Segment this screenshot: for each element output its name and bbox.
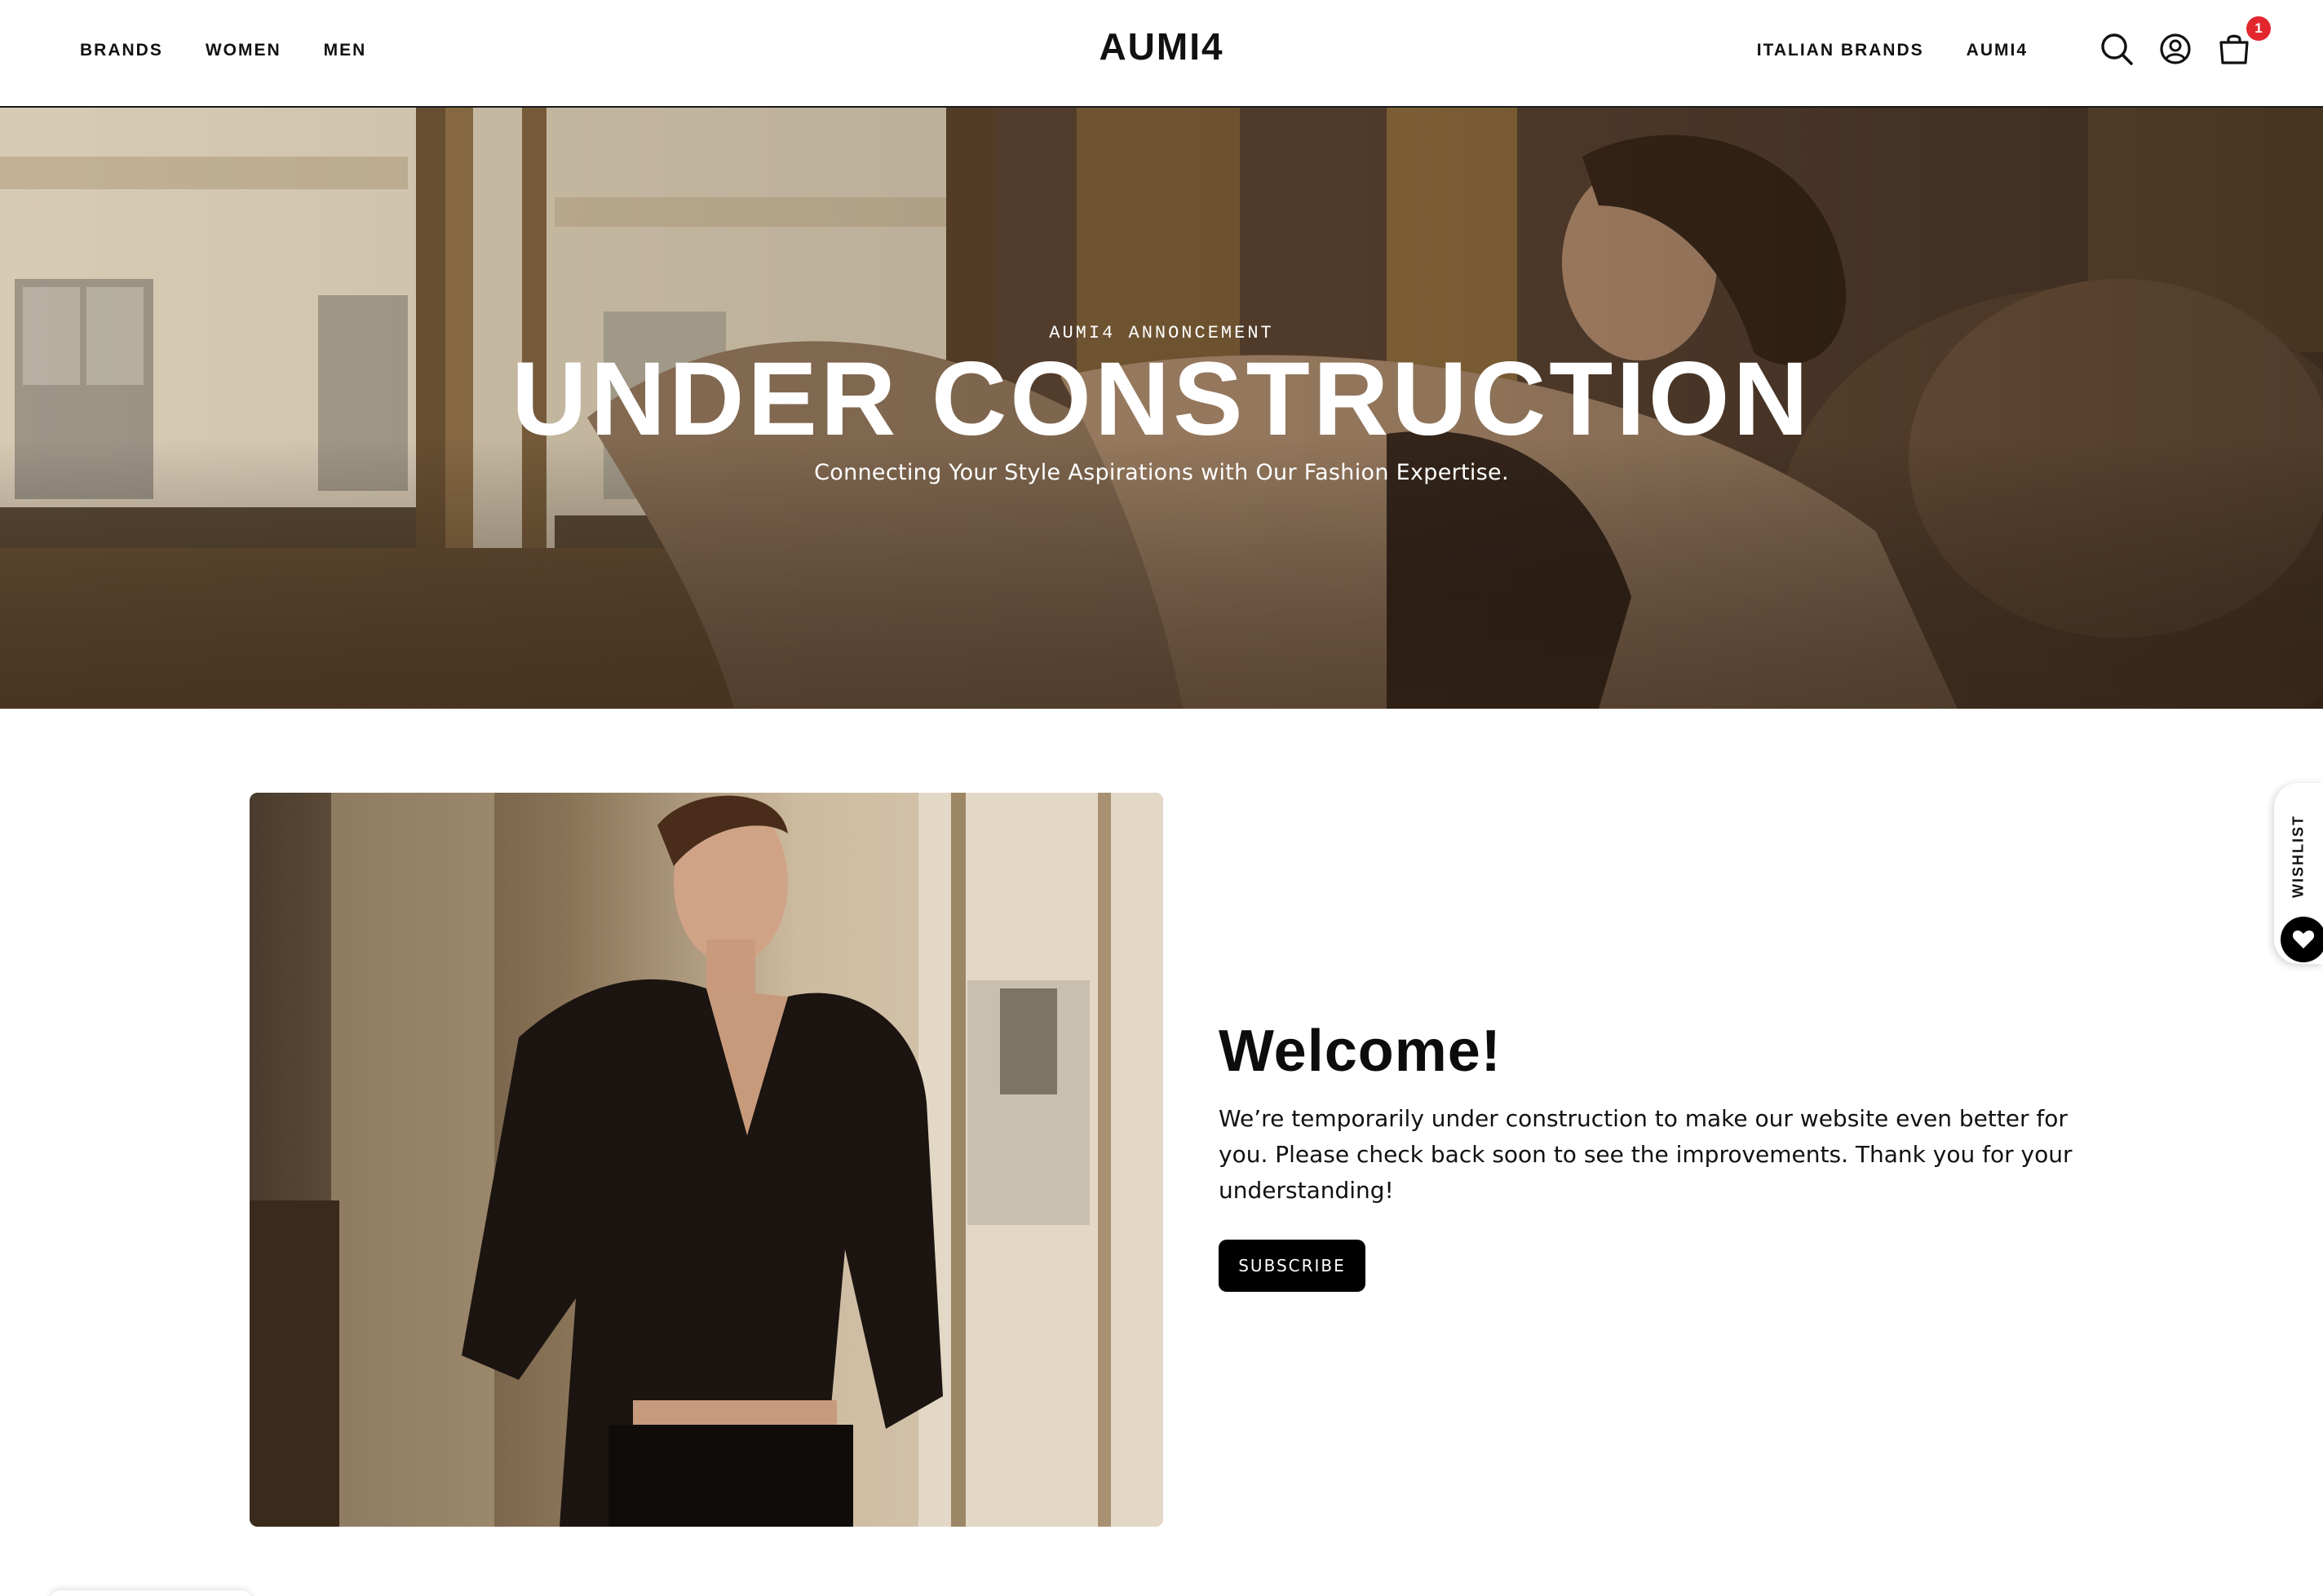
subscribe-button[interactable]: SUBSCRIBE — [1219, 1240, 1365, 1292]
header-icons: 1 — [2100, 16, 2271, 67]
welcome-message: We’re temporarily under construction to … — [1219, 1105, 2073, 1204]
account-icon[interactable] — [2158, 31, 2192, 67]
search-icon[interactable] — [2100, 31, 2134, 67]
hero-subtitle: Connecting Your Style Aspirations with O… — [814, 460, 1509, 485]
hero-banner: AUMI4 ANNONCEMENT UNDER CONSTRUCTION Con… — [0, 108, 2323, 709]
heart-icon — [2281, 917, 2323, 962]
feature-image — [250, 793, 1163, 1527]
nav-italian-brands[interactable]: ITALIAN BRANDS — [1757, 41, 1924, 60]
cart-icon[interactable]: 1 — [2217, 16, 2271, 67]
bottom-widget[interactable] — [49, 1590, 253, 1596]
secondary-nav: ITALIAN BRANDS AUMI4 — [1757, 0, 2028, 101]
welcome-title: Welcome! — [1219, 1019, 1502, 1084]
cart-count-badge: 1 — [2246, 16, 2271, 41]
wishlist-tab[interactable]: WISHLIST — [2274, 783, 2323, 964]
nav-aumi4[interactable]: AUMI4 — [1967, 41, 2028, 60]
hero-title: UNDER CONSTRUCTION — [511, 341, 1812, 458]
welcome-section: Welcome! We’re temporarily under constru… — [1219, 1018, 2132, 1292]
site-header: BRANDS WOMEN MEN AUMI4 ITALIAN BRANDS AU… — [0, 0, 2323, 108]
wishlist-label: WISHLIST — [2290, 815, 2307, 898]
